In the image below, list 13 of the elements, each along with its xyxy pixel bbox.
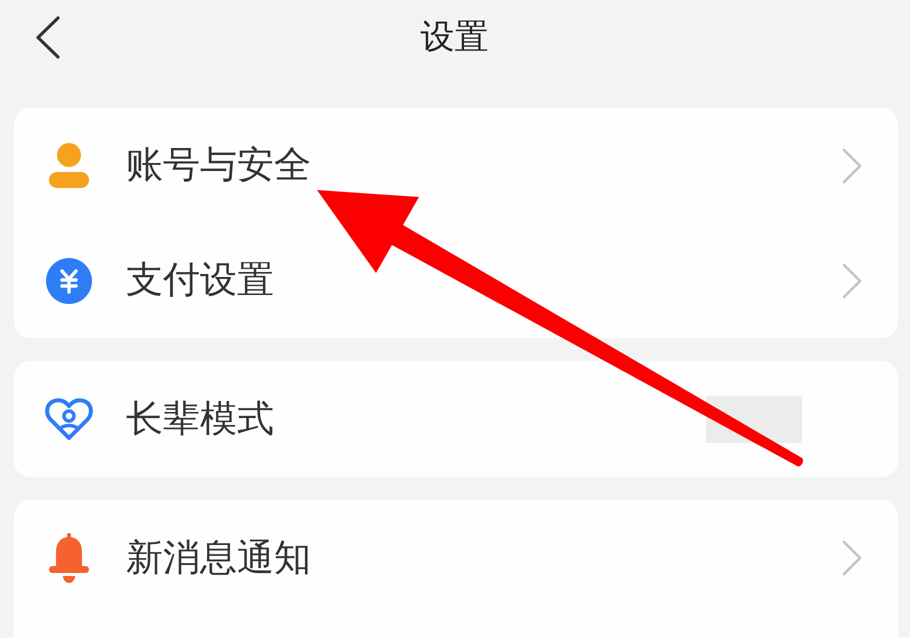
chevron-icon: [842, 148, 862, 184]
chevron-icon: [842, 262, 862, 298]
setting-label[interactable]: 账号与安全: [126, 143, 311, 188]
heart-icon: [45, 396, 93, 442]
person-icon: [49, 143, 89, 188]
back-icon[interactable]: [35, 16, 61, 58]
chevron-icon: [842, 540, 862, 576]
yen-icon: [46, 258, 92, 304]
bell-icon: [49, 533, 89, 583]
setting-label[interactable]: 支付设置: [126, 258, 274, 303]
setting-label[interactable]: 长辈模式: [126, 396, 274, 442]
setting-label[interactable]: 新消息通知: [126, 536, 311, 580]
page-title: 设置: [420, 16, 488, 58]
